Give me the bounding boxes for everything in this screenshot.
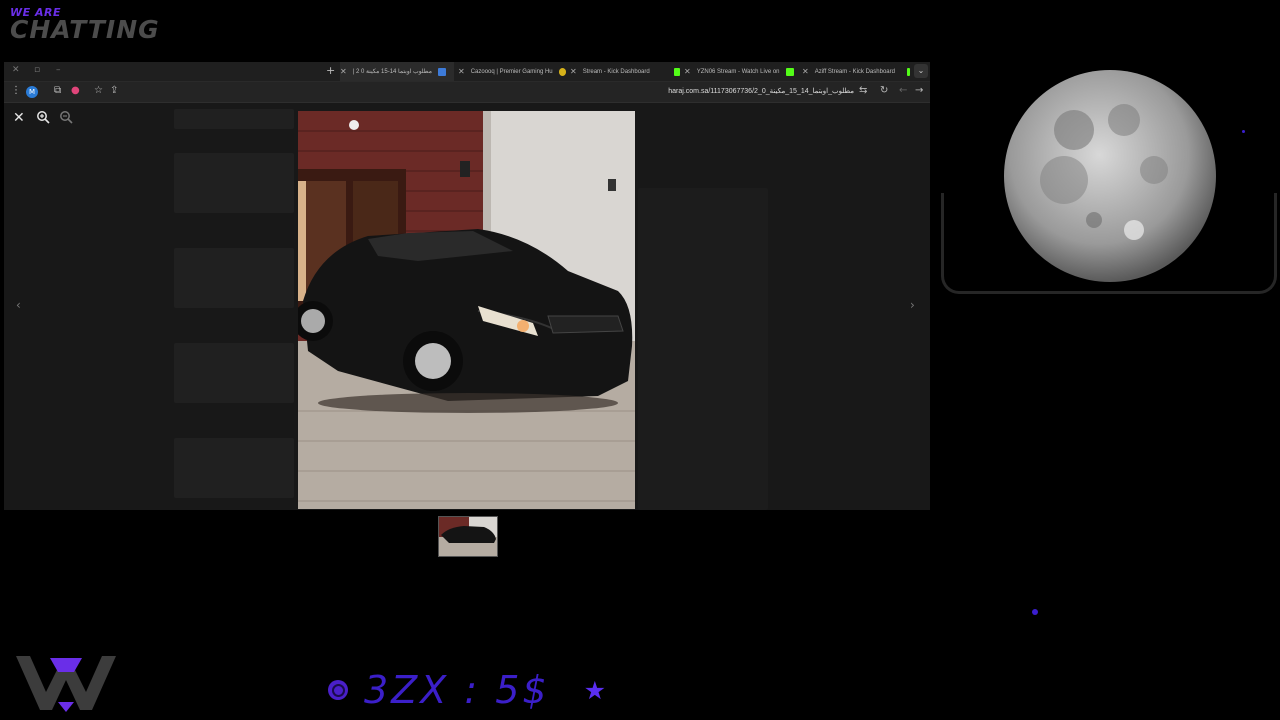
background-block [174, 438, 294, 498]
brand-big-text: CHATTING [10, 15, 160, 44]
tab-kick-dashboard[interactable]: ✕ Stream - Kick Dashboard [570, 62, 680, 81]
bookmark-star-icon[interactable]: ☆ [94, 85, 103, 96]
window-restore-icon[interactable]: ▫ [34, 65, 40, 75]
extensions-icon[interactable]: ⧉ [54, 85, 61, 96]
url-text[interactable]: haraj.com.sa/11173067736/مطلوب_اوبتما_14… [564, 87, 854, 95]
photo-thumbnail[interactable] [438, 516, 498, 557]
tab-yzn06[interactable]: ✕ YZN06 Stream - Watch Live on [684, 62, 798, 81]
address-bar: ⋮ M ⧉ ● ☆ ⇪ haraj.com.sa/11173067736/مطل… [4, 82, 930, 103]
background-block [174, 248, 294, 308]
image-viewer: ✕ ‹ › [4, 103, 930, 510]
new-tab-button[interactable]: + [326, 64, 335, 77]
chevron-left-icon[interactable]: ‹ [16, 298, 21, 312]
haraj-favicon-icon [437, 67, 446, 76]
purple-dot [1032, 609, 1038, 615]
tab-title: Stream - Kick Dashboard [582, 68, 650, 75]
w-logo [14, 654, 118, 712]
reload-icon[interactable]: ↻ [880, 85, 888, 96]
chevron-right-icon[interactable]: › [910, 298, 915, 312]
background-block [174, 109, 294, 129]
tab-cazoooq[interactable]: ✕ Cazoooq | Premier Gaming Hu [458, 62, 566, 81]
tab-close-icon[interactable]: ✕ [684, 67, 691, 76]
star-icon: ★ [583, 675, 606, 705]
tab-title: Cazoooq | Premier Gaming Hu [470, 68, 553, 75]
tab-haraj[interactable]: ✕ مطلوب اوبتما 14-15 مكينة 0 2 | [340, 62, 454, 81]
kick-favicon-icon [906, 67, 910, 76]
tab-search-button[interactable]: ⌄ [914, 64, 928, 78]
kick-favicon-icon [673, 67, 680, 76]
profile-avatar[interactable]: M [26, 86, 38, 98]
forward-icon[interactable]: → [915, 85, 923, 96]
background-block [174, 153, 294, 213]
background-block [174, 343, 294, 403]
zoom-in-icon[interactable] [36, 110, 50, 128]
share-icon[interactable]: ⇪ [110, 85, 118, 96]
close-icon[interactable]: ✕ [13, 110, 25, 126]
tab-aziff[interactable]: ✕ Aziff Stream - Kick Dashboard [802, 62, 910, 81]
extension-pink-icon[interactable]: ● [71, 85, 80, 96]
tab-close-icon[interactable]: ✕ [340, 67, 347, 76]
brand-logo: WE ARE CHATTING [10, 6, 160, 44]
site-settings-icon[interactable]: ⇆ [859, 85, 867, 96]
moon-image [1004, 70, 1216, 282]
price-ticker: 3ZX : 5$ ★ [328, 668, 606, 712]
background-block [638, 188, 768, 510]
tab-title: YZN06 Stream - Watch Live on [696, 68, 780, 75]
purple-dot [1242, 130, 1245, 133]
back-icon[interactable]: ← [899, 85, 907, 96]
window-minimize-icon[interactable]: – [56, 65, 61, 75]
tab-close-icon[interactable]: ✕ [570, 67, 577, 76]
cazoooq-favicon-icon [558, 67, 566, 76]
window-close-icon[interactable]: ✕ [12, 65, 20, 75]
menu-dots-icon[interactable]: ⋮ [11, 85, 21, 96]
tab-title: مطلوب اوبتما 14-15 مكينة 0 2 | [352, 69, 432, 75]
zoom-out-icon[interactable] [59, 110, 73, 128]
tab-close-icon[interactable]: ✕ [802, 67, 809, 76]
ticker-text: 3ZX : 5$ [364, 668, 550, 712]
tab-title: Aziff Stream - Kick Dashboard [814, 68, 895, 75]
car-photo [298, 111, 635, 509]
tab-bar: ✕ ▫ – + ✕ مطلوب اوبتما 14-15 مكينة 0 2 |… [4, 62, 930, 82]
browser-window: ✕ ▫ – + ✕ مطلوب اوبتما 14-15 مكينة 0 2 |… [4, 62, 930, 510]
kick-favicon-icon [785, 67, 794, 76]
coin-icon [328, 680, 348, 700]
tab-close-icon[interactable]: ✕ [458, 67, 465, 76]
